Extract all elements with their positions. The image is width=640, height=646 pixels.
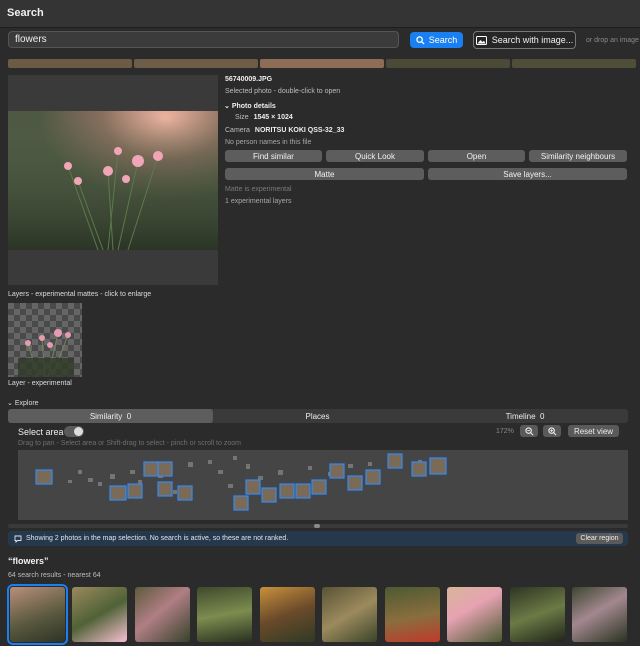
color-swatch[interactable] [386,59,510,68]
explore-toggle[interactable]: ⌄ Explore [7,399,39,407]
zoom-in-button[interactable] [543,425,561,437]
map-scroll-thumb[interactable] [314,524,320,528]
tab-timeline[interactable]: Timeline 0 [422,409,628,423]
chat-bubble-icon [14,535,22,543]
layer-thumbnail[interactable] [8,303,82,378]
similarity-map[interactable] [18,450,628,520]
photo-icon [475,35,487,45]
similarity-neighbours-button[interactable]: Similarity neighbours [529,150,627,162]
tab-places[interactable]: Places [215,409,420,423]
color-swatch[interactable] [8,59,132,68]
select-area-label: Select area [18,427,64,437]
search-with-image-label: Search with image... [491,35,574,45]
person-names-note: No person names in this file [225,139,312,146]
quick-look-button[interactable]: Quick Look [326,150,424,162]
result-thumbnail[interactable] [510,587,565,642]
zoom-out-icon [524,426,533,435]
photo-filename: 56740009.JPG [225,76,273,83]
open-button[interactable]: Open [428,150,525,162]
clear-region-button[interactable]: Clear region [576,533,623,544]
results-title: “flowers” [8,556,49,566]
tab-similarity[interactable]: Similarity 0 [8,409,213,423]
selected-photo-hint: Selected photo - double-click to open [225,88,341,95]
result-thumbnail[interactable] [447,587,502,642]
zoom-in-icon [547,426,556,435]
selected-photo[interactable] [8,111,218,250]
title-bar [0,0,640,28]
save-layers-button[interactable]: Save layers... [428,168,627,180]
color-swatch[interactable] [134,59,258,68]
result-thumbnail[interactable] [7,584,68,645]
layer-matte-image [18,329,74,378]
layers-caption: Layers - experimental mattes - click to … [8,291,152,298]
map-hint: Drag to pan - Select area or Shift-drag … [18,440,241,447]
reset-view-button[interactable]: Reset view [568,425,619,437]
find-similar-button[interactable]: Find similar [225,150,322,162]
map-selection-text: Showing 2 photos in the map selection. N… [26,535,289,542]
drop-image-hint: or drop an image [586,37,639,44]
size-row: Size 1545 × 1024 [235,114,293,121]
chevron-down-icon: ⌄ [7,400,13,407]
results-count: 64 search results - nearest 64 [8,572,101,579]
result-thumbnail[interactable] [72,587,127,642]
layers-count: 1 experimental layers [225,198,292,205]
chevron-down-icon: ⌄ [224,103,230,110]
window-title: Search [7,7,44,19]
color-swatch[interactable] [512,59,636,68]
result-thumbnail[interactable] [572,587,627,642]
zoom-level: 172% [496,428,514,435]
result-thumbnail[interactable] [135,587,190,642]
result-thumbnail[interactable] [322,587,377,642]
select-area-toggle[interactable] [64,426,84,437]
magnifier-icon [416,35,425,45]
search-button-label: Search [428,35,458,45]
photo-details-toggle[interactable]: ⌄ Photo details [224,102,276,110]
result-thumbnail[interactable] [197,587,252,642]
zoom-out-button[interactable] [520,425,538,437]
layer-caption: Layer - experimental [8,380,72,387]
matte-button[interactable]: Matte [225,168,424,180]
camera-row: Camera NORITSU KOKI QSS-32_33 [225,127,345,134]
search-button[interactable]: Search [410,32,463,48]
search-with-image-button[interactable]: Search with image... [473,31,576,49]
matte-note: Matte is experimental [225,186,292,193]
search-input[interactable] [8,31,399,48]
similarity-map-canvas[interactable] [18,450,628,520]
result-thumbnail[interactable] [385,587,440,642]
result-thumbnail[interactable] [260,587,315,642]
color-swatch[interactable] [260,59,384,68]
